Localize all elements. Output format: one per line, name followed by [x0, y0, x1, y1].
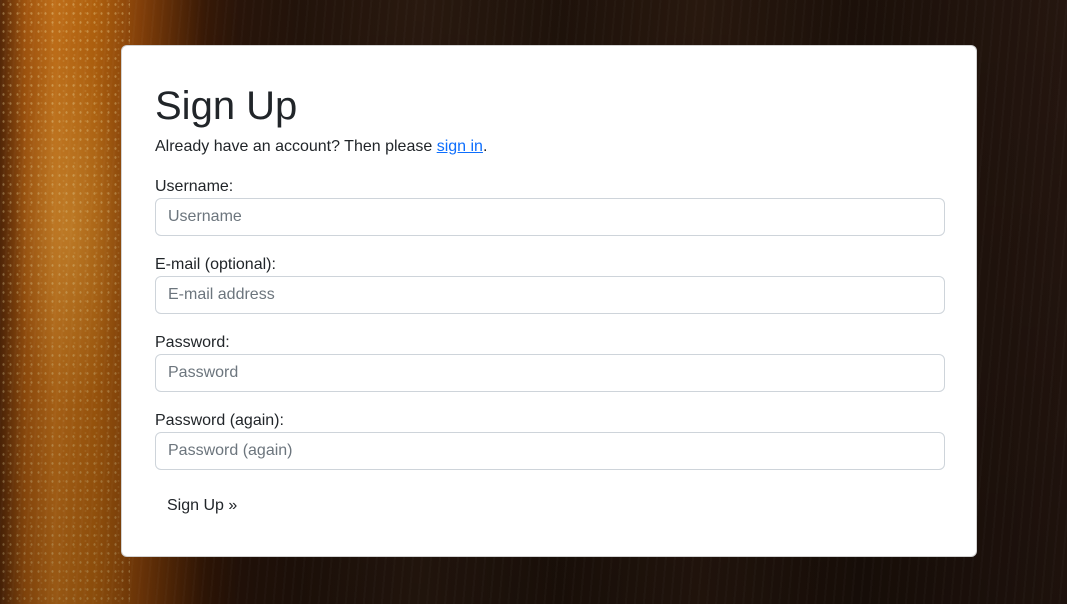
email-input[interactable] — [155, 276, 945, 314]
signup-card: Sign Up Already have an account? Then pl… — [121, 45, 977, 557]
password-label: Password: — [155, 334, 230, 351]
page-title: Sign Up — [155, 84, 298, 128]
email-label: E-mail (optional): — [155, 256, 276, 273]
signin-link[interactable]: sign in — [437, 138, 483, 155]
password-input[interactable] — [155, 354, 945, 392]
signin-prompt: Already have an account? Then please sig… — [155, 136, 487, 158]
username-input[interactable] — [155, 198, 945, 236]
signup-button[interactable]: Sign Up » — [155, 487, 249, 525]
signin-prompt-suffix: . — [482, 138, 488, 155]
signin-prompt-text: Already have an account? Then please — [155, 138, 437, 155]
beer-glass-image — [0, 0, 130, 604]
password-again-input[interactable] — [155, 432, 945, 470]
username-label: Username: — [155, 178, 234, 195]
password-again-label: Password (again): — [155, 412, 284, 429]
